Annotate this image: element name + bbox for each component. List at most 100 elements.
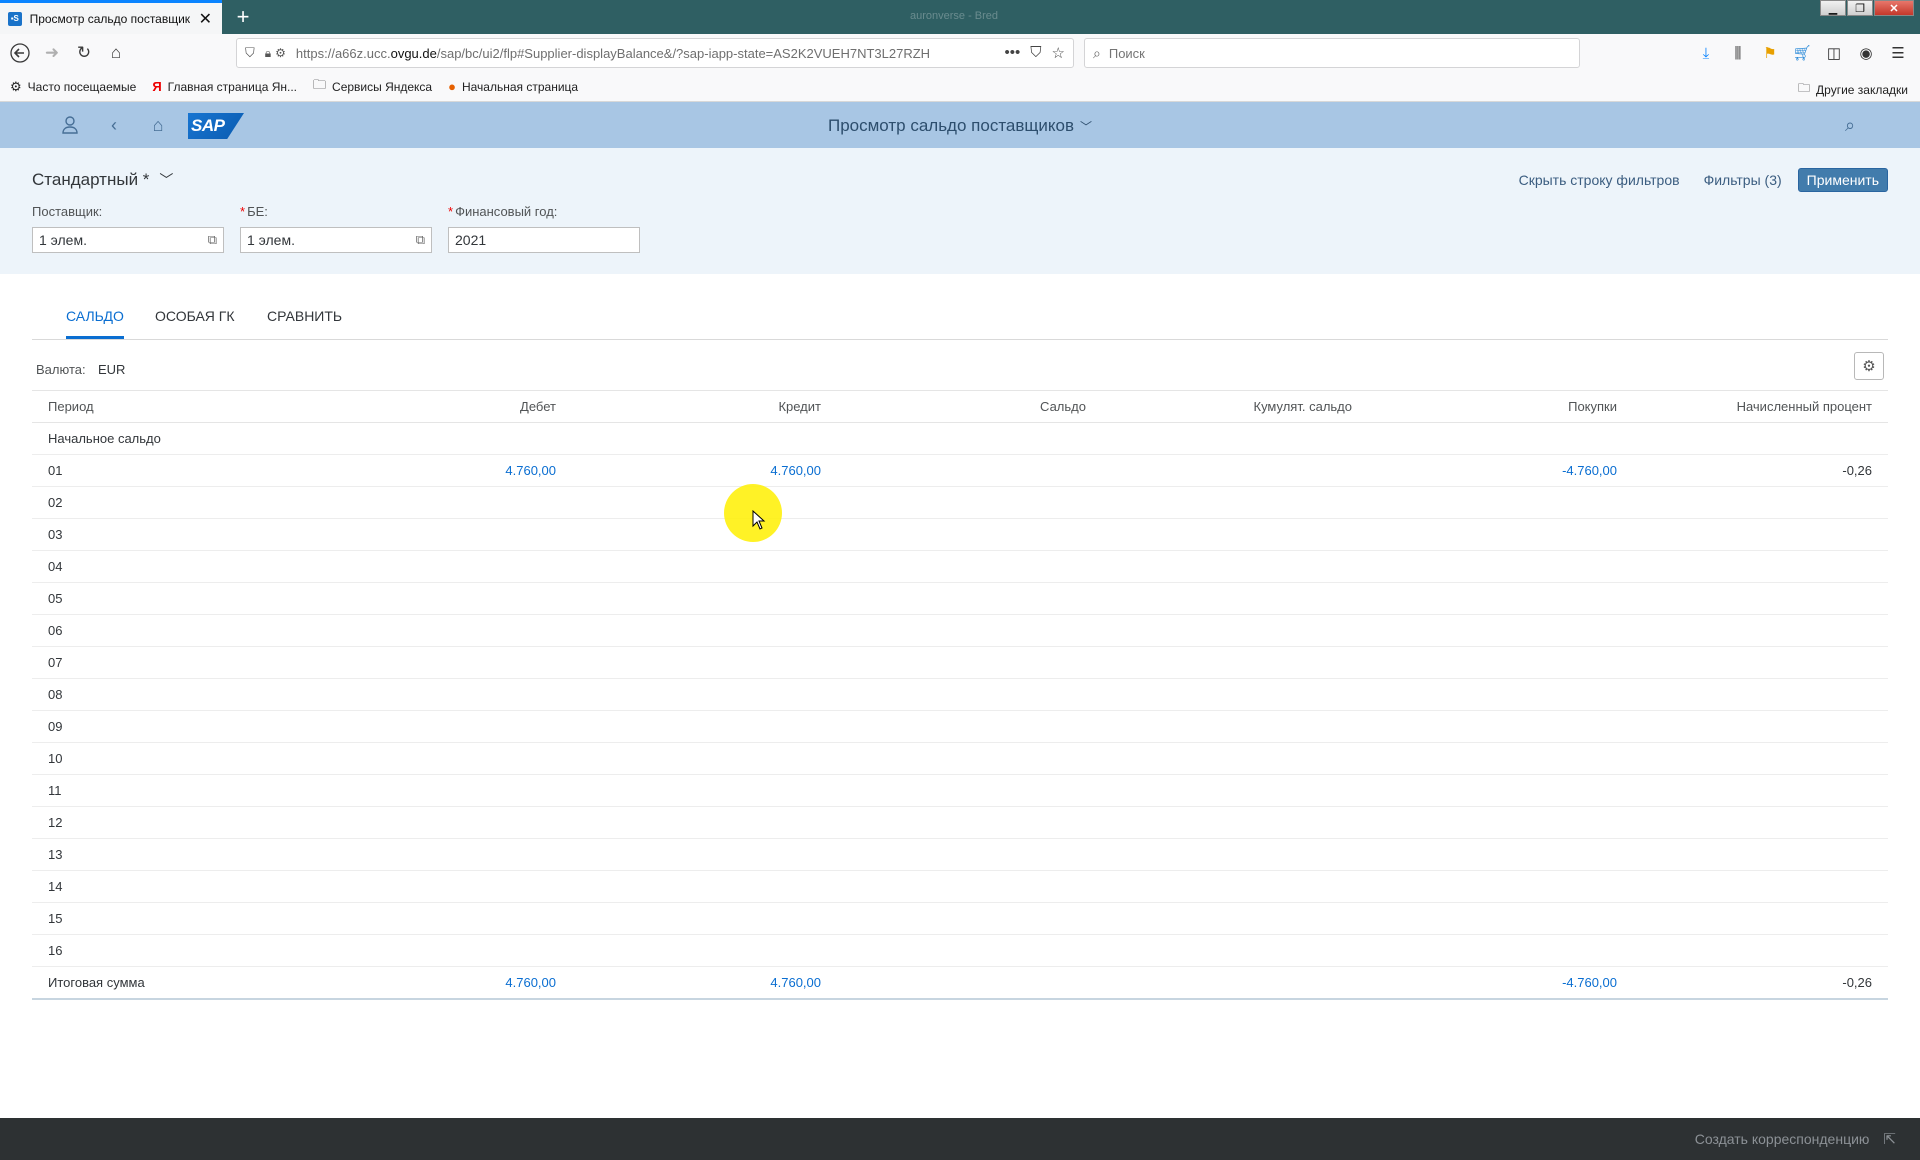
shield-icon[interactable]: ⛉ [245, 45, 255, 61]
table-cell [572, 679, 837, 711]
table-row[interactable]: Начальное сальдо [32, 423, 1888, 455]
minimize-icon[interactable]: ▁ [1820, 0, 1846, 16]
sidebar-icon[interactable]: ◫ [1820, 39, 1848, 67]
table-cell [572, 711, 837, 743]
tab-special-gl[interactable]: ОСОБАЯ ГК [155, 308, 235, 324]
table-row[interactable]: 06 [32, 615, 1888, 647]
table-row[interactable]: 01 4.760,00 4.760,00 -4.760,00 -0,26 [32, 455, 1888, 487]
table-cell: 06 [48, 623, 63, 638]
table-row[interactable]: 15 [32, 903, 1888, 935]
home-icon[interactable]: ⌂ [100, 37, 132, 69]
fiscal-year-input[interactable]: 2021 [448, 227, 640, 253]
table-cell [1633, 647, 1888, 679]
browser-tab[interactable]: ▪S Просмотр сальдо поставщик ✕ [0, 0, 222, 34]
page-footer: Создать корреспонденцию ⇱ [0, 1118, 1920, 1160]
table-row[interactable]: 14 [32, 871, 1888, 903]
table-settings-button[interactable]: ⚙ [1854, 352, 1884, 380]
column-header[interactable]: Период [32, 391, 312, 423]
column-header[interactable]: Кредит [572, 391, 837, 423]
lock-icon[interactable]: 🔒︎ [265, 46, 271, 61]
filters-link[interactable]: Фильтры (3) [1704, 172, 1782, 188]
table-row[interactable]: 08 [32, 679, 1888, 711]
table-row[interactable]: 12 [32, 807, 1888, 839]
search-input[interactable] [1108, 45, 1549, 61]
table-row[interactable]: 07 [32, 647, 1888, 679]
table-row[interactable]: 04 [32, 551, 1888, 583]
column-header[interactable]: Начисленный процент [1633, 391, 1888, 423]
chevron-down-icon[interactable]: ﹀ [159, 170, 173, 190]
table-cell[interactable]: 4.760,00 [572, 967, 837, 999]
table-row[interactable]: Итоговая сумма 4.760,00 4.760,00 -4.760,00 -… [32, 967, 1888, 999]
table-row[interactable]: 11 [32, 775, 1888, 807]
bookmark-item[interactable]: ⚙ Часто посещаемые [10, 79, 136, 95]
url-text[interactable]: https://a66z.ucc.ovgu.de/sap/bc/ui2/flp#… [296, 46, 968, 61]
table-cell [312, 807, 572, 839]
new-tab-button[interactable]: + [230, 4, 256, 30]
company-code-input[interactable]: 1 элем. ⧉ [240, 227, 432, 253]
create-correspondence-button[interactable]: Создать корреспонденцию [1695, 1131, 1870, 1147]
table-header: Период Дебет Кредит Сальдо Кумулят. сальдо По… [32, 390, 1888, 423]
value-help-icon[interactable]: ⧉ [416, 232, 425, 248]
column-header[interactable]: Кумулят. сальдо [1102, 391, 1368, 423]
library-icon[interactable]: ⫼ [1724, 39, 1752, 67]
bookmark-item[interactable]: 🗀 Сервисы Яндекса [313, 76, 432, 98]
more-actions-icon[interactable]: ••• [1005, 44, 1021, 62]
table-row[interactable]: 10 [32, 743, 1888, 775]
table-cell[interactable]: -4.760,00 [1368, 967, 1633, 999]
flag-extension-icon[interactable]: ⚑ [1756, 39, 1784, 67]
restore-icon[interactable]: ❐ [1847, 0, 1873, 16]
chevron-down-icon[interactable]: ﹀ [1080, 120, 1092, 134]
tab-bar: САЛЬДО ОСОБАЯ ГК СРАВНИТЬ [32, 274, 1888, 340]
table-row[interactable]: 05 [32, 583, 1888, 615]
table-cell[interactable]: 4.760,00 [572, 455, 837, 487]
yandex-icon: Я [152, 79, 162, 94]
reload-icon[interactable]: ↻ [68, 37, 100, 69]
table-cell [1102, 647, 1368, 679]
table-cell [572, 743, 837, 775]
table-cell[interactable]: 4.760,00 [312, 967, 572, 999]
value-help-icon[interactable]: ⧉ [208, 232, 217, 248]
table-row[interactable]: 16 [32, 935, 1888, 967]
cart-extension-icon[interactable]: 🛒︎ [1788, 39, 1816, 67]
table-cell [1633, 871, 1888, 903]
url-bar[interactable]: ⛉ 🔒︎ ⚙ https://a66z.ucc.ovgu.de/sap/bc/u… [236, 38, 1074, 68]
search-bar[interactable]: ⌕ [1084, 38, 1580, 68]
app-title[interactable]: Просмотр сальдо поставщиков ﹀ [0, 116, 1920, 136]
external-link-icon[interactable]: ⇱ [1883, 1130, 1896, 1148]
table-row[interactable]: 13 [32, 839, 1888, 871]
bookmark-star-icon[interactable]: ☆ [1052, 44, 1065, 62]
supplier-input[interactable]: 1 элем. ⧉ [32, 227, 224, 253]
hide-filterbar-link[interactable]: Скрыть строку фильтров [1519, 172, 1680, 188]
table-row[interactable]: 09 [32, 711, 1888, 743]
column-header[interactable]: Сальдо [837, 391, 1102, 423]
menu-icon[interactable]: ☰ [1884, 39, 1912, 67]
back-icon[interactable] [4, 37, 36, 69]
tab-balance[interactable]: САЛЬДО [66, 308, 124, 324]
search-icon[interactable]: ⌕ [1838, 113, 1862, 137]
forward-icon[interactable]: ➜ [36, 37, 68, 69]
pocket-icon[interactable]: ⛉ [1030, 44, 1041, 62]
bookmark-item[interactable]: Я Главная страница Ян... [152, 79, 297, 94]
permissions-icon[interactable]: ⚙ [275, 46, 286, 60]
bookmark-item[interactable]: ● Начальная страница [448, 79, 578, 94]
table-cell: 07 [48, 655, 63, 670]
table-cell [1368, 775, 1633, 807]
tab-compare[interactable]: СРАВНИТЬ [267, 308, 342, 324]
table-cell [1102, 967, 1368, 999]
close-tab-icon[interactable]: ✕ [197, 10, 214, 28]
table-cell [1633, 839, 1888, 871]
download-icon[interactable]: ⤓ [1692, 39, 1720, 67]
other-bookmarks[interactable]: 🗀 Другие закладки [1798, 79, 1908, 100]
table-row[interactable]: 03 [32, 519, 1888, 551]
apply-button[interactable]: Применить [1797, 168, 1888, 192]
table-cell[interactable]: 4.760,00 [312, 455, 572, 487]
account-icon[interactable]: ◉ [1852, 39, 1880, 67]
table-cell [312, 903, 572, 935]
table-cell[interactable]: -4.760,00 [1368, 455, 1633, 487]
table-cell [572, 839, 837, 871]
table-row[interactable]: 02 [32, 487, 1888, 519]
column-header[interactable]: Покупки [1368, 391, 1633, 423]
variant-selector[interactable]: Стандартный * ﹀ [32, 170, 173, 190]
column-header[interactable]: Дебет [312, 391, 572, 423]
window-close-icon[interactable]: ✕ [1874, 0, 1914, 16]
